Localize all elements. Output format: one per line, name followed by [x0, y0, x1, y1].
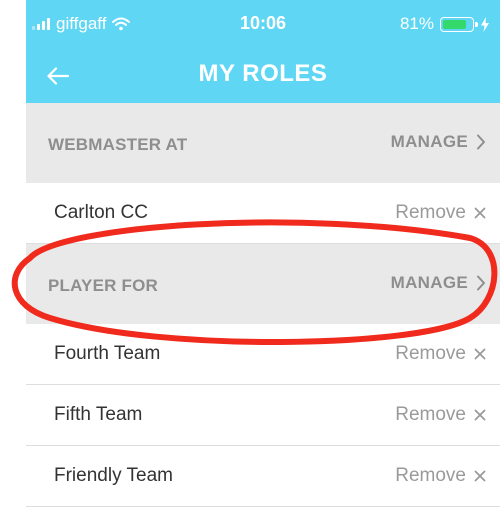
list-item-carlton-cc: Carlton CC Remove	[26, 183, 500, 244]
role-name: Fifth Team	[54, 404, 143, 425]
battery-percent: 81%	[399, 14, 434, 33]
battery-icon	[440, 16, 478, 32]
chevron-right-icon	[477, 134, 485, 150]
section-webmaster-at: WEBMASTER AT MANAGE	[26, 103, 500, 183]
close-icon	[474, 409, 486, 421]
remove-carlton-cc-button[interactable]: Remove	[395, 202, 486, 224]
section-label: PLAYER FOR	[48, 276, 159, 295]
battery-level-fill	[443, 19, 466, 29]
role-name: Fourth Team	[54, 343, 161, 364]
section-label: WEBMASTER AT	[48, 135, 188, 154]
list-item-fifth-team: Fifth Team Remove	[26, 385, 500, 446]
page-title: MY ROLES	[198, 60, 328, 87]
list-item-fourth-team: Fourth Team Remove	[26, 324, 500, 385]
remove-label: Remove	[395, 404, 466, 425]
section-player-for: PLAYER FOR MANAGE	[26, 244, 500, 324]
remove-fifth-team-button[interactable]: Remove	[395, 404, 486, 426]
remove-label: Remove	[395, 465, 466, 486]
roles-screen: giffgaff 10:06 81% MY ROLES WEBMASTER AT…	[26, 0, 500, 509]
remove-friendly-team-button[interactable]: Remove	[395, 465, 486, 487]
close-icon	[474, 348, 486, 360]
role-name: Friendly Team	[54, 465, 173, 486]
status-right: 81%	[400, 14, 490, 34]
manage-label: MANAGE	[390, 132, 468, 151]
remove-label: Remove	[395, 343, 466, 364]
remove-fourth-team-button[interactable]: Remove	[395, 343, 486, 365]
manage-player-button[interactable]: MANAGE	[391, 273, 486, 293]
remove-label: Remove	[395, 202, 466, 223]
manage-webmaster-button[interactable]: MANAGE	[391, 132, 486, 152]
charging-icon	[481, 16, 489, 32]
chevron-right-icon	[477, 275, 485, 291]
close-icon	[474, 207, 486, 219]
header-bar: giffgaff 10:06 81% MY ROLES	[26, 0, 500, 103]
close-icon	[474, 470, 486, 482]
manage-label: MANAGE	[390, 273, 468, 292]
role-name: Carlton CC	[54, 202, 148, 223]
nav-bar: MY ROLES	[26, 48, 500, 103]
list-item-friendly-team: Friendly Team Remove	[26, 446, 500, 507]
status-bar: giffgaff 10:06 81%	[26, 0, 500, 48]
